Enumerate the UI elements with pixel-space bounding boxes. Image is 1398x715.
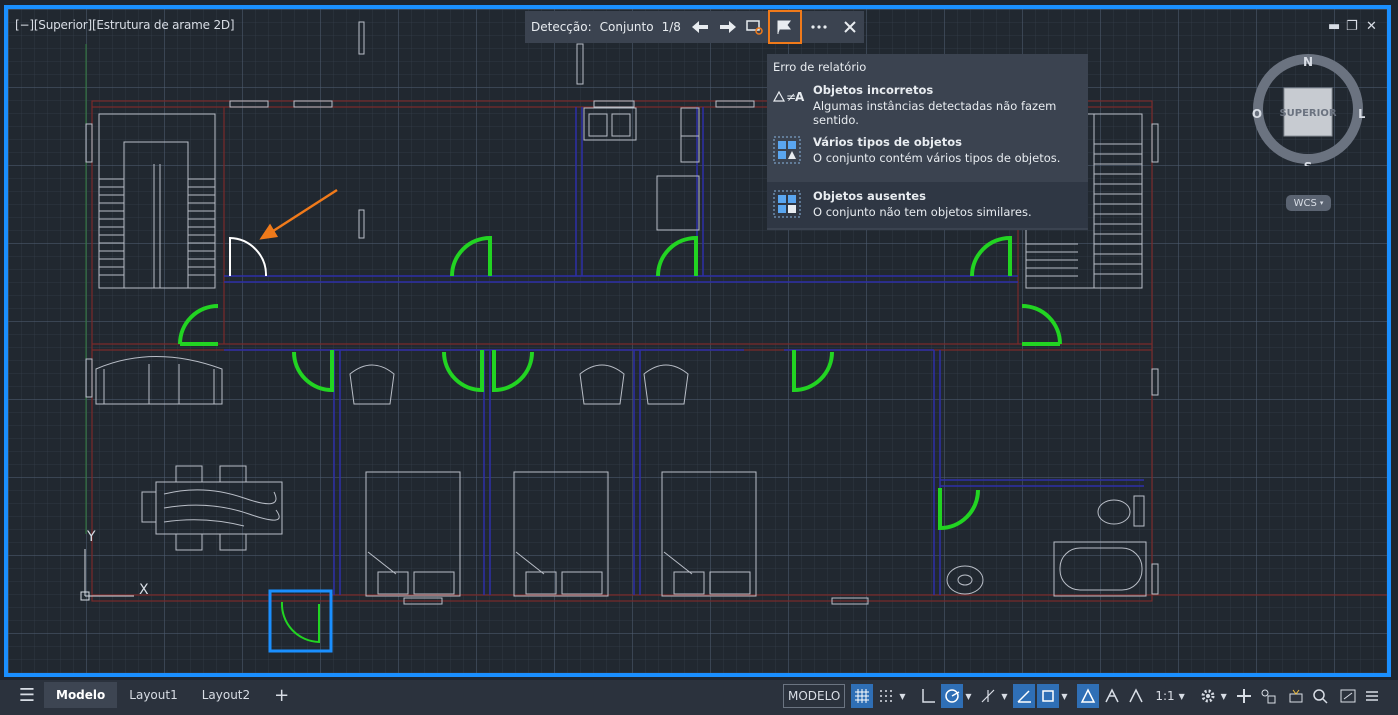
model-space-button[interactable]: MODELO — [783, 684, 846, 708]
chevron-down-icon[interactable]: ▼ — [1221, 692, 1231, 701]
ucs-dropdown[interactable]: WCS ▾ — [1286, 195, 1331, 211]
detected-doors — [178, 235, 1062, 644]
compass-ring[interactable]: SUPERIOR N S L O — [1251, 52, 1366, 174]
isodraft-icon[interactable] — [977, 684, 999, 708]
add-icon[interactable] — [1233, 684, 1255, 708]
detection-toolbar: Detecção: Conjunto 1/8 — [525, 10, 864, 44]
item-title: Objetos incorretos — [813, 83, 934, 97]
compass-east[interactable]: L — [1358, 107, 1366, 121]
report-menu-title: Erro de relatório — [773, 60, 867, 74]
ucs-y-label: Y — [86, 529, 96, 545]
chevron-down-icon[interactable]: ▼ — [1179, 692, 1189, 701]
item-desc: O conjunto não tem objetos similares. — [813, 205, 1032, 219]
arrow-right-icon[interactable] — [714, 13, 741, 41]
ucs-label: WCS — [1293, 197, 1317, 209]
osnap-icon[interactable] — [1013, 684, 1036, 708]
ucs-icon — [80, 549, 134, 601]
more-icon[interactable] — [806, 13, 833, 41]
chevron-down-icon: ▾ — [1319, 199, 1324, 207]
report-error-menu: Erro de relatório ≠ A Objetos incorretos … — [767, 54, 1088, 230]
selection-box — [268, 589, 333, 653]
item-title: Vários tipos de objetos — [813, 135, 962, 149]
ortho-icon[interactable] — [917, 684, 939, 708]
clean-screen-icon[interactable] — [1337, 684, 1359, 708]
item-title: Objetos ausentes — [813, 189, 926, 203]
add-layout-icon[interactable]: + — [262, 682, 301, 708]
grid-icon[interactable] — [851, 684, 874, 708]
ucs-x-label: X — [139, 582, 149, 598]
arrow-left-icon[interactable] — [687, 13, 714, 41]
chevron-down-icon[interactable]: ▼ — [899, 692, 909, 701]
annotation-arrow — [259, 188, 338, 240]
not-equal-icon: ≠ A — [772, 84, 805, 114]
close-icon[interactable] — [837, 13, 864, 41]
status-bar: ☰ Modelo Layout1 Layout2 + MODELO ▼ ▼ ▼ … — [0, 680, 1398, 715]
annotation-visibility-icon[interactable] — [1077, 684, 1100, 708]
item-desc: O conjunto contém vários tipos de objeto… — [813, 151, 1061, 165]
lineweight-icon[interactable] — [1037, 684, 1060, 708]
tab-model[interactable]: Modelo — [44, 682, 118, 708]
outer-walls — [91, 100, 1387, 602]
viewcube[interactable]: SUPERIOR N S L O — [1251, 52, 1366, 174]
menu-item-missing-objects[interactable]: Objetos ausentes O conjunto não tem obje… — [767, 182, 1088, 228]
isolate-icon[interactable] — [1257, 684, 1279, 708]
polar-icon[interactable] — [941, 684, 964, 708]
zoom-search-icon[interactable] — [1309, 684, 1331, 708]
layout-tabs: ☰ Modelo Layout1 Layout2 + — [10, 680, 301, 710]
workspace-gear-icon[interactable] — [1197, 684, 1219, 708]
flag-report-icon[interactable] — [768, 10, 802, 44]
detection-label: Detecção: — [531, 20, 592, 34]
tab-layout2[interactable]: Layout2 — [190, 682, 262, 708]
compass-south[interactable]: S — [1304, 160, 1313, 174]
missing-objects-icon — [773, 190, 803, 220]
drawing-viewport[interactable]: Y X [−][Superior][Estrutura de arame 2D]… — [4, 5, 1391, 677]
chevron-down-icon[interactable]: ▼ — [965, 692, 975, 701]
zoom-to-set-icon[interactable] — [741, 13, 768, 41]
autoscale-icon[interactable] — [1101, 684, 1123, 708]
customize-icon[interactable] — [1361, 684, 1383, 708]
item-desc: Algumas instâncias detectadas não fazem … — [813, 99, 1057, 127]
annotation-scale-button[interactable]: 1:1 — [1153, 684, 1176, 708]
restore-icon[interactable]: ❐ — [1346, 19, 1358, 34]
menu-item-incorrect-objects[interactable]: ≠ A Objetos incorretos Algumas instâncias… — [767, 78, 1088, 127]
minimize-icon[interactable]: ▬ — [1328, 19, 1340, 34]
hardware-accel-icon[interactable] — [1285, 684, 1307, 708]
menu-item-multiple-object-types[interactable]: Vários tipos de objetos O conjunto conté… — [767, 130, 1088, 176]
status-toolbar: MODELO ▼ ▼ ▼ ▼ 1:1 ▼ ▼ — [783, 683, 1383, 709]
mixed-objects-icon — [773, 136, 803, 166]
close-viewport-icon[interactable]: ✕ — [1366, 19, 1377, 34]
chevron-down-icon[interactable]: ▼ — [1061, 692, 1071, 701]
floor-plan-drawing[interactable]: Y X — [8, 9, 1387, 673]
chevron-down-icon[interactable]: ▼ — [1001, 692, 1011, 701]
stair-steps — [99, 164, 215, 288]
snap-icon[interactable] — [875, 684, 897, 708]
set-label: Conjunto — [599, 20, 654, 34]
compass-west[interactable]: O — [1252, 107, 1262, 121]
menu-icon[interactable]: ☰ — [10, 685, 44, 706]
viewport-label[interactable]: [−][Superior][Estrutura de arame 2D] — [15, 18, 235, 32]
transparency-icon[interactable] — [1125, 684, 1147, 708]
set-counter: 1/8 — [661, 20, 681, 34]
compass-north[interactable]: N — [1303, 55, 1313, 69]
svg-text:A: A — [795, 90, 805, 104]
viewcube-face[interactable]: SUPERIOR — [1279, 108, 1336, 119]
tab-layout1[interactable]: Layout1 — [117, 682, 189, 708]
